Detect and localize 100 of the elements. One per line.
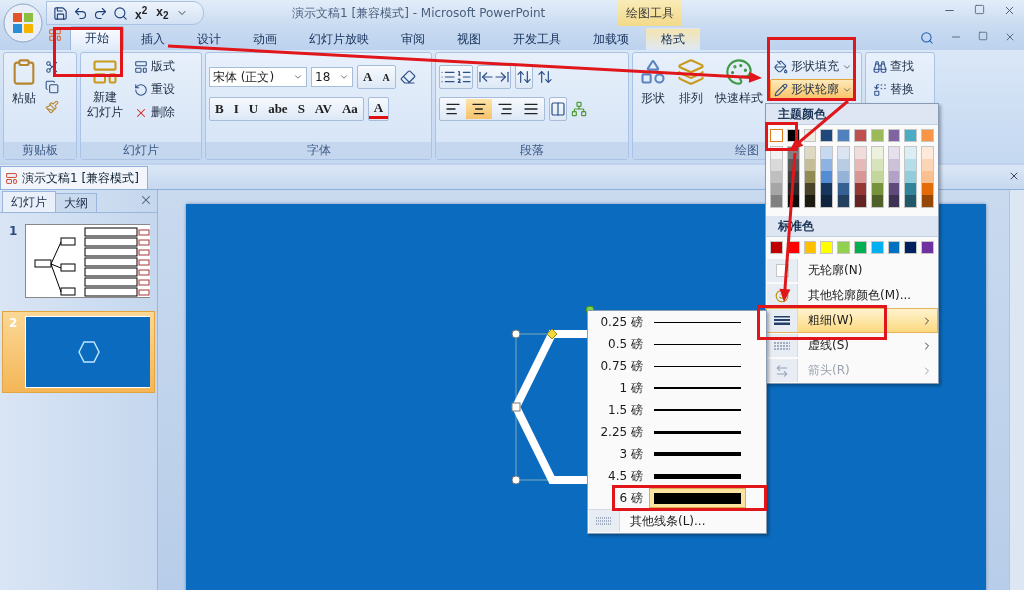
color-swatch[interactable] <box>855 195 866 207</box>
document-tab[interactable]: 演示文稿1 [兼容模式] <box>0 166 148 189</box>
line-weight-option[interactable]: 0.25 磅 <box>588 311 766 333</box>
color-swatch[interactable] <box>804 183 816 195</box>
menu-item[interactable]: 无轮廓(N) <box>766 258 938 283</box>
color-swatch[interactable] <box>887 129 901 142</box>
line-weight-option[interactable]: 0.5 磅 <box>588 333 766 355</box>
shrink-font-button[interactable]: A <box>377 67 395 87</box>
more-lines-item[interactable]: 其他线条(L)... <box>588 509 766 533</box>
line-spacing-icon[interactable] <box>516 69 532 85</box>
cut-icon[interactable] <box>45 60 59 74</box>
color-swatch[interactable] <box>771 183 782 195</box>
color-swatch[interactable] <box>803 241 817 254</box>
color-swatch[interactable] <box>837 129 850 142</box>
help-icon[interactable] <box>920 31 934 45</box>
ribbon-tab[interactable]: 设计 <box>182 28 236 50</box>
copy-icon[interactable] <box>45 80 59 94</box>
font-color-button[interactable]: A <box>368 99 389 119</box>
maximize-icon[interactable] <box>974 4 985 15</box>
close-icon[interactable] <box>1008 170 1020 182</box>
paste-button[interactable]: 粘贴 <box>7 56 41 142</box>
line-weight-option[interactable]: 0.75 磅 <box>588 355 766 377</box>
color-swatch[interactable] <box>787 159 799 171</box>
color-swatch[interactable] <box>821 183 833 195</box>
color-swatch[interactable] <box>787 195 799 207</box>
color-swatch[interactable] <box>820 129 834 142</box>
layout-button[interactable]: 版式 <box>130 56 179 77</box>
color-swatch[interactable] <box>904 129 918 142</box>
color-swatch[interactable] <box>922 195 933 207</box>
color-swatch[interactable] <box>771 171 782 183</box>
color-swatch[interactable] <box>770 129 783 142</box>
color-swatch[interactable] <box>787 183 799 195</box>
color-swatch[interactable] <box>771 195 782 207</box>
color-swatch[interactable] <box>870 129 884 142</box>
ribbon-tab[interactable]: 动画 <box>238 28 292 50</box>
format-button[interactable]: AV <box>309 99 337 119</box>
color-swatch[interactable] <box>871 183 883 195</box>
color-swatch[interactable] <box>855 171 866 183</box>
ribbon-tab[interactable]: 幻灯片放映 <box>294 28 384 50</box>
color-swatch[interactable] <box>922 171 933 183</box>
color-swatch[interactable] <box>820 241 834 254</box>
line-weight-option[interactable]: 1.5 磅 <box>588 399 766 421</box>
pane-tab[interactable]: 大纲 <box>55 193 97 212</box>
format-button[interactable]: B <box>210 99 229 119</box>
pane-tab[interactable]: 幻灯片 <box>2 191 56 212</box>
color-swatch[interactable] <box>871 195 883 207</box>
color-swatch[interactable] <box>855 183 866 195</box>
color-swatch[interactable] <box>905 183 917 195</box>
color-swatch[interactable] <box>905 195 917 207</box>
color-swatch[interactable] <box>838 183 849 195</box>
increase-indent-icon[interactable] <box>494 69 510 85</box>
shapes-button[interactable]: 形状 <box>636 56 670 142</box>
line-weight-option[interactable]: 6 磅 <box>588 487 766 509</box>
delete-button[interactable]: 删除 <box>130 102 179 123</box>
line-weight-option[interactable]: 3 磅 <box>588 443 766 465</box>
redo-icon[interactable] <box>93 5 108 21</box>
color-swatch[interactable] <box>821 171 833 183</box>
save-icon[interactable] <box>53 5 68 21</box>
format-button[interactable]: abe <box>263 99 293 119</box>
undo-icon[interactable] <box>73 5 88 21</box>
color-swatch[interactable] <box>888 171 900 183</box>
color-swatch[interactable] <box>771 147 782 159</box>
format-painter-icon[interactable] <box>45 100 59 114</box>
color-swatch[interactable] <box>905 147 917 159</box>
ribbon-tab[interactable]: 格式 <box>646 28 700 50</box>
color-swatch[interactable] <box>905 171 917 183</box>
font-size-field[interactable]: 18 <box>311 67 353 87</box>
arrange-button[interactable]: 排列 <box>674 56 708 142</box>
format-button[interactable]: Aa <box>336 99 363 119</box>
grow-font-button[interactable]: A <box>358 67 378 87</box>
color-swatch[interactable] <box>838 195 849 207</box>
bullets-icon[interactable] <box>440 69 456 85</box>
quick-access-button[interactable]: x$_{2}$ <box>154 4 171 22</box>
color-swatch[interactable] <box>804 147 816 159</box>
color-swatch[interactable] <box>921 129 934 142</box>
decrease-indent-icon[interactable] <box>478 69 494 85</box>
color-swatch[interactable] <box>904 241 918 254</box>
format-button[interactable]: I <box>228 99 244 119</box>
color-swatch[interactable] <box>771 159 782 171</box>
quick-access-button[interactable]: x$^{2}$ <box>133 4 150 22</box>
color-swatch[interactable] <box>821 195 833 207</box>
color-swatch[interactable] <box>888 159 900 171</box>
color-swatch[interactable] <box>838 171 849 183</box>
color-swatch[interactable] <box>871 159 883 171</box>
find-button[interactable]: 查找 <box>869 56 918 77</box>
reset-button[interactable]: 重设 <box>130 79 179 100</box>
color-swatch[interactable] <box>922 183 933 195</box>
new-slide-button[interactable]: 新建 幻灯片 <box>84 56 126 142</box>
color-swatch[interactable] <box>821 147 833 159</box>
line-weight-option[interactable]: 4.5 磅 <box>588 465 766 487</box>
color-swatch[interactable] <box>888 183 900 195</box>
restore-icon[interactable] <box>978 31 988 41</box>
document-close-icon[interactable] <box>1004 31 1016 43</box>
color-swatch[interactable] <box>770 241 783 254</box>
color-swatch[interactable] <box>871 171 883 183</box>
line-weight-option[interactable]: 1 磅 <box>588 377 766 399</box>
color-swatch[interactable] <box>922 147 933 159</box>
color-swatch[interactable] <box>870 241 884 254</box>
ribbon-tab[interactable]: 审阅 <box>386 28 440 50</box>
color-swatch[interactable] <box>804 159 816 171</box>
